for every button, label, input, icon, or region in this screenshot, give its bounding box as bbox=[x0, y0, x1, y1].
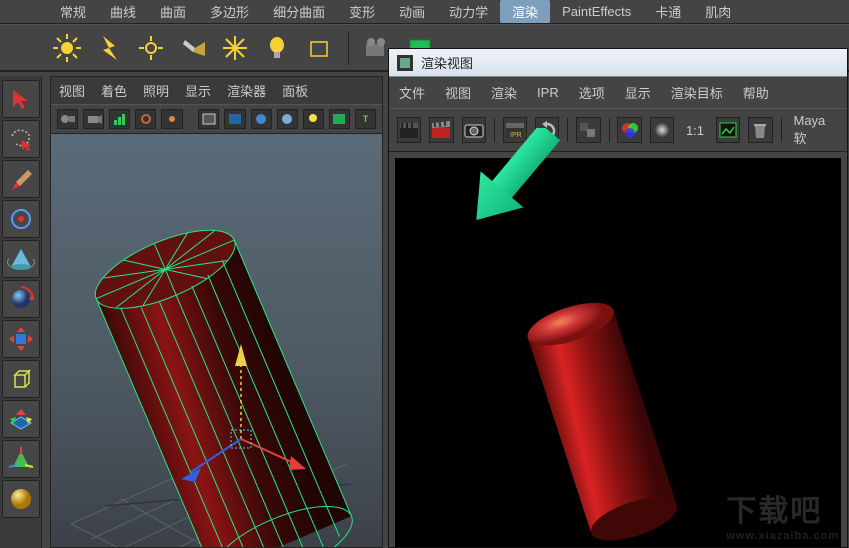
vp-menu-light[interactable]: 照明 bbox=[143, 81, 169, 100]
cone-alt-icon[interactable] bbox=[2, 440, 40, 478]
alpha-icon[interactable] bbox=[650, 117, 674, 143]
vp-menu-shading[interactable]: 着色 bbox=[101, 81, 127, 100]
lasso-icon[interactable] bbox=[2, 120, 40, 158]
clapboard-dark-icon[interactable] bbox=[397, 117, 421, 143]
left-toolbar bbox=[0, 76, 42, 548]
flashlight-icon[interactable] bbox=[176, 31, 210, 65]
rv-menu-display[interactable]: 显示 bbox=[625, 83, 651, 102]
rv-separator-3 bbox=[609, 118, 610, 142]
render-view-menu: 文件 视图 渲染 IPR 选项 显示 渲染目标 帮助 bbox=[389, 77, 847, 108]
vp-shade3-icon[interactable] bbox=[251, 109, 272, 129]
render-view-toolbar: IPR 1:1 Maya 软 bbox=[389, 108, 847, 152]
box-icon[interactable] bbox=[302, 31, 336, 65]
menu-item-anim[interactable]: 动画 bbox=[387, 0, 437, 23]
menu-item-deform[interactable]: 变形 bbox=[337, 0, 387, 23]
move-icon[interactable] bbox=[2, 320, 40, 358]
viewport-toolbar: T bbox=[51, 105, 382, 134]
render-view-canvas[interactable] bbox=[395, 158, 841, 547]
renderer-label[interactable]: Maya 软 bbox=[789, 113, 839, 147]
vp-cam1-icon[interactable] bbox=[57, 109, 78, 129]
render-view-window: 渲染视图 文件 视图 渲染 IPR 选项 显示 渲染目标 帮助 IPR bbox=[388, 48, 848, 548]
orbit-icon[interactable] bbox=[2, 280, 40, 318]
viewport-menu: 视图 着色 照明 显示 渲染器 面板 bbox=[51, 77, 382, 105]
snapshot-icon[interactable] bbox=[462, 117, 486, 143]
cone-icon[interactable] bbox=[2, 240, 40, 278]
vp-menu-renderer[interactable]: 渲染器 bbox=[227, 81, 266, 100]
menu-item-render[interactable]: 渲染 bbox=[500, 0, 550, 23]
vp-dot-icon[interactable] bbox=[161, 109, 182, 129]
grid-icon[interactable] bbox=[2, 400, 40, 438]
save-image-icon[interactable] bbox=[716, 117, 740, 143]
sphere-alt-icon[interactable] bbox=[2, 480, 40, 518]
menu-item-toon[interactable]: 卡通 bbox=[643, 0, 693, 23]
viewport-canvas[interactable] bbox=[51, 134, 382, 547]
sun-icon[interactable] bbox=[50, 31, 84, 65]
vp-t-icon[interactable]: T bbox=[355, 109, 376, 129]
menu-item-polygon[interactable]: 多边形 bbox=[198, 0, 261, 23]
vp-green-icon[interactable] bbox=[329, 109, 350, 129]
lightbulb-icon[interactable] bbox=[260, 31, 294, 65]
rv-separator-4 bbox=[781, 118, 782, 142]
menu-item-painteffects[interactable]: PaintEffects bbox=[550, 2, 643, 21]
shelf-separator bbox=[348, 31, 349, 65]
vp-shade4-icon[interactable] bbox=[277, 109, 298, 129]
menu-item-surface[interactable]: 曲面 bbox=[148, 0, 198, 23]
select-arrow-icon[interactable] bbox=[2, 80, 40, 118]
rv-menu-ipr[interactable]: IPR bbox=[537, 85, 559, 100]
vp-menu-panel[interactable]: 面板 bbox=[282, 81, 308, 100]
clapboard-red-icon[interactable] bbox=[429, 117, 453, 143]
sun-alt-icon[interactable] bbox=[134, 31, 168, 65]
menu-item-subdiv[interactable]: 细分曲面 bbox=[261, 0, 337, 23]
render-settings-icon[interactable] bbox=[576, 117, 600, 143]
cube-axes-icon[interactable] bbox=[2, 360, 40, 398]
rv-separator-1 bbox=[494, 118, 495, 142]
menu-item-general[interactable]: 常规 bbox=[48, 0, 98, 23]
rv-menu-help[interactable]: 帮助 bbox=[743, 83, 769, 102]
vp-menu-display[interactable]: 显示 bbox=[185, 81, 211, 100]
rv-menu-target[interactable]: 渲染目标 bbox=[671, 83, 723, 102]
refresh-icon[interactable] bbox=[535, 117, 559, 143]
render-view-canvas-frame bbox=[389, 152, 847, 547]
vp-gear-icon[interactable] bbox=[135, 109, 156, 129]
viewport-panel: 视图 着色 照明 显示 渲染器 面板 T bbox=[50, 76, 383, 548]
vp-menu-view[interactable]: 视图 bbox=[59, 81, 85, 100]
rv-menu-options[interactable]: 选项 bbox=[579, 83, 605, 102]
render-view-app-icon bbox=[397, 55, 413, 71]
main-menu: 常规 曲线 曲面 多边形 细分曲面 变形 动画 动力学 渲染 PaintEffe… bbox=[0, 0, 849, 24]
svg-text:IPR: IPR bbox=[510, 132, 522, 139]
zoom-ratio-label: 1:1 bbox=[682, 123, 708, 138]
rv-menu-file[interactable]: 文件 bbox=[399, 83, 425, 102]
render-view-titlebar[interactable]: 渲染视图 bbox=[389, 49, 847, 77]
vp-shade2-icon[interactable] bbox=[224, 109, 245, 129]
menu-item-muscle[interactable]: 肌肉 bbox=[693, 0, 743, 23]
paintbrush-icon[interactable] bbox=[2, 160, 40, 198]
rv-menu-render[interactable]: 渲染 bbox=[491, 83, 517, 102]
flash-icon[interactable] bbox=[92, 31, 126, 65]
trash-icon[interactable] bbox=[748, 117, 772, 143]
rv-separator-2 bbox=[567, 118, 568, 142]
vp-bar-icon[interactable] bbox=[109, 109, 130, 129]
target-icon[interactable] bbox=[2, 200, 40, 238]
vp-light-icon[interactable] bbox=[303, 109, 324, 129]
star-icon[interactable] bbox=[218, 31, 252, 65]
rgb-icon[interactable] bbox=[617, 117, 641, 143]
menu-item-dynamics[interactable]: 动力学 bbox=[437, 0, 500, 23]
menu-item-curve[interactable]: 曲线 bbox=[98, 0, 148, 23]
ipr-icon[interactable]: IPR bbox=[503, 117, 527, 143]
render-view-title: 渲染视图 bbox=[421, 53, 473, 72]
vp-shade1-icon[interactable] bbox=[198, 109, 219, 129]
vp-cam2-icon[interactable] bbox=[83, 109, 104, 129]
rv-menu-view[interactable]: 视图 bbox=[445, 83, 471, 102]
